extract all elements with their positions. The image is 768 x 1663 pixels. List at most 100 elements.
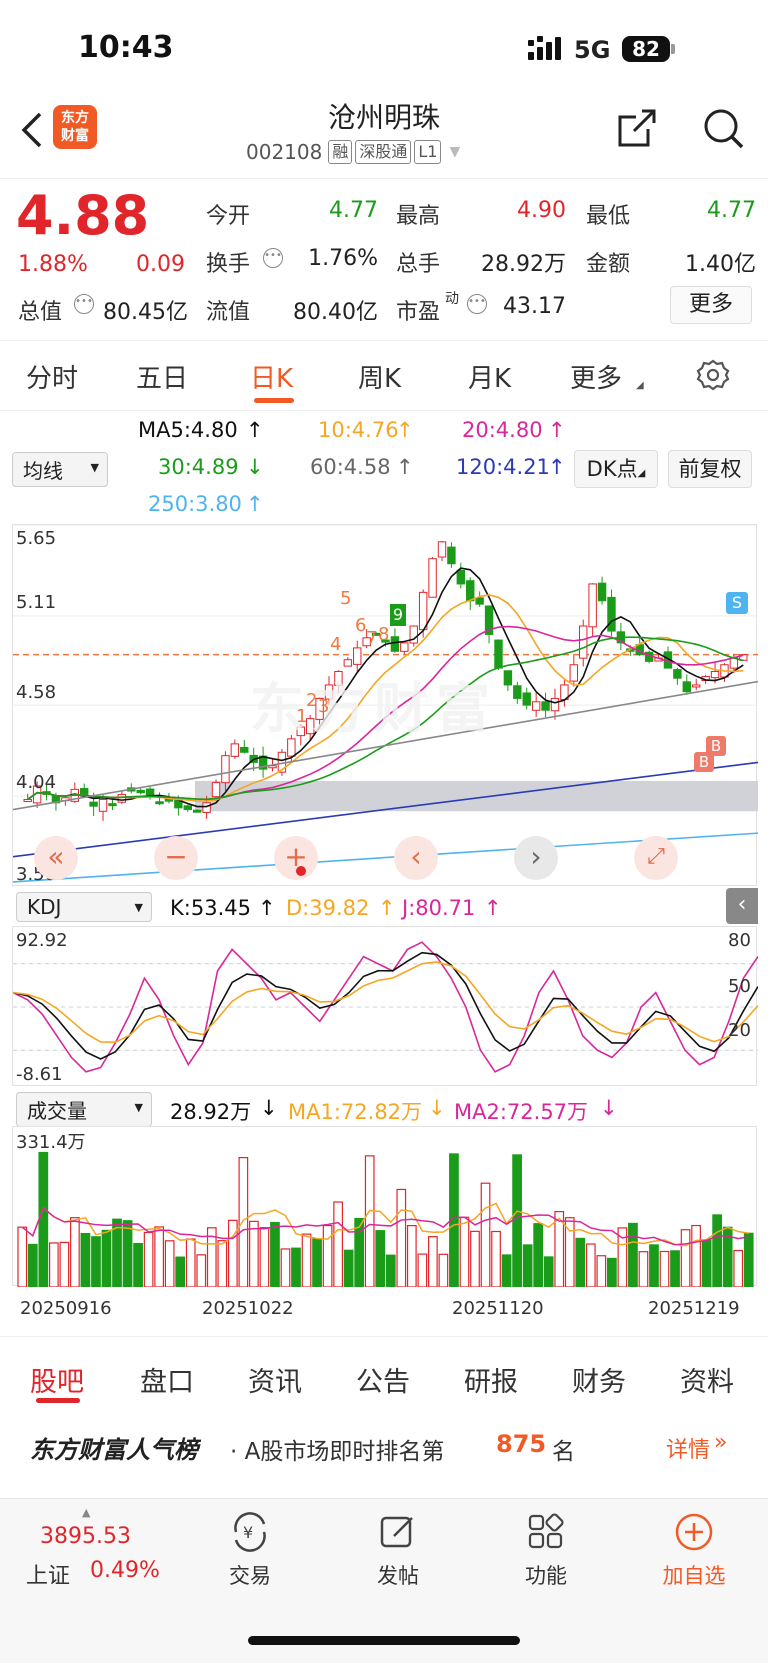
kline-y-label: 4.04 (16, 772, 57, 793)
search-icon[interactable] (702, 107, 746, 155)
collapse-icon[interactable]: ‹ (726, 888, 758, 924)
tab-announce[interactable]: 公告 (356, 1360, 410, 1399)
post-icon[interactable] (378, 1512, 418, 1556)
info-icon[interactable]: ••• (467, 294, 487, 314)
volume-bar (480, 1182, 491, 1287)
tab-intraday[interactable]: 分时 (26, 358, 78, 395)
candle-body (211, 782, 221, 798)
marker-5: 5 (340, 588, 352, 609)
svg-text:¥: ¥ (243, 1523, 253, 1542)
volume-bar (385, 1254, 396, 1287)
kdj-j: J:80.71 (402, 896, 476, 920)
volume-bar (680, 1229, 691, 1287)
tab-profile[interactable]: 资料 (680, 1360, 734, 1399)
dk-button[interactable]: DK点◢ (574, 450, 658, 488)
prev-icon[interactable]: ‹ (394, 836, 438, 880)
tab-pankou[interactable]: 盘口 (140, 1360, 194, 1399)
tab-news[interactable]: 资讯 (248, 1360, 302, 1399)
float-label: 流值 (206, 300, 251, 325)
settings-icon[interactable] (696, 358, 730, 396)
volume-bar (133, 1242, 143, 1287)
index-value[interactable]: 3895.53 (40, 1524, 131, 1549)
arrow-down-icon: ↓ (600, 1096, 618, 1120)
volume-y-top: 331.4万 (16, 1132, 86, 1153)
volume-bar (533, 1223, 544, 1287)
more-button[interactable]: 更多 (670, 286, 752, 324)
add-icon[interactable] (674, 1512, 714, 1556)
volume-bar (70, 1217, 80, 1287)
info-icon[interactable]: ••• (74, 294, 94, 314)
tab-finance[interactable]: 财务 (572, 1360, 626, 1399)
apps-icon[interactable] (526, 1512, 566, 1556)
volume-selector[interactable]: 成交量 ▼ (16, 1092, 152, 1127)
low-value: 4.77 (707, 198, 756, 223)
nav-functions[interactable]: 功能 (506, 1560, 586, 1590)
tab-indicator (254, 398, 294, 403)
stock-subtitle[interactable]: 002108 融 深股通 L1 ▼ (246, 140, 460, 164)
kdj-d: D:39.82 (286, 896, 370, 920)
tab-more[interactable]: 更多 (570, 358, 622, 395)
candle-body (240, 746, 249, 753)
volume-bar (585, 1243, 596, 1287)
dk-button-label: DK点 (586, 457, 638, 481)
float-value: 80.40亿 (293, 300, 378, 325)
rank-details[interactable]: 详情 (666, 1432, 710, 1464)
kline-y-label: 5.65 (16, 528, 57, 549)
volume-ma2: MA2:72.57万 (454, 1100, 589, 1124)
nav-trade[interactable]: 交易 (210, 1560, 290, 1590)
tag-margin: 融 (328, 140, 353, 164)
back-icon[interactable] (16, 110, 46, 154)
kdj-chart[interactable] (12, 926, 758, 1086)
tab-research[interactable]: 研报 (464, 1360, 518, 1399)
next-icon[interactable]: › (514, 836, 558, 880)
volume-bar (470, 1230, 480, 1287)
volume-selector-label: 成交量 (27, 1099, 87, 1123)
signal-sell[interactable]: S (726, 592, 748, 614)
kdj-y-bottom: -8.61 (16, 1064, 63, 1085)
kdj-80: 80 (728, 930, 751, 951)
volume-bar (185, 1238, 196, 1287)
fullscreen-icon[interactable]: ⤢ (634, 836, 678, 880)
tab-5day[interactable]: 五日 (136, 358, 188, 395)
arrow-up-icon: ↑ (548, 455, 566, 479)
volume-bar (733, 1249, 744, 1287)
tab-daily-k[interactable]: 日K (250, 358, 293, 395)
zoom-out-icon[interactable]: − (154, 836, 198, 880)
kdj-k: K:53.45 (170, 896, 251, 920)
home-indicator[interactable] (248, 1636, 520, 1645)
volume-bar (691, 1224, 701, 1287)
adjust-button[interactable]: 前复权 (668, 450, 752, 488)
chevrons-icon: » (714, 1430, 728, 1455)
nav-add-watchlist[interactable]: 加自选 (648, 1560, 740, 1590)
kline-y-label: 4.58 (16, 682, 57, 703)
ma120-label: 120:4.21 (456, 455, 550, 479)
marker-8: 8 (378, 624, 390, 645)
signal-buy[interactable]: B (694, 752, 714, 772)
ma5-label: MA5:4.80 (138, 418, 238, 442)
tab-weekly-k[interactable]: 周K (358, 358, 401, 395)
trade-icon[interactable]: ¥ (228, 1512, 272, 1556)
turnover-value: 1.76% (308, 246, 378, 271)
volume-bar (91, 1236, 101, 1287)
status-time: 10:43 (78, 30, 174, 65)
kline-y-label: 5.11 (16, 592, 57, 613)
ma-selector[interactable]: 均线 ▼ (12, 452, 108, 487)
last-price: 4.88 (16, 184, 150, 247)
candle-body (192, 809, 202, 813)
volume-bar (227, 1219, 238, 1287)
rank-bar[interactable]: 东方财富人气榜 · A股市场即时排名第 875 名 详情 » (0, 1414, 768, 1484)
tab-monthly-k[interactable]: 月K (468, 358, 511, 395)
volume-value: 28.92万 (170, 1100, 252, 1124)
volume-chart[interactable] (12, 1126, 757, 1287)
volume-bar (59, 1241, 70, 1287)
info-icon[interactable]: ••• (263, 248, 283, 268)
tab-guba[interactable]: 股吧 (30, 1360, 84, 1399)
kdj-selector[interactable]: KDJ ▼ (16, 892, 152, 922)
candle-body (466, 580, 475, 602)
share-icon[interactable] (616, 107, 658, 153)
candle-body (202, 802, 211, 813)
rewind-icon[interactable]: « (34, 836, 78, 880)
nav-post[interactable]: 发帖 (358, 1560, 438, 1590)
volume-ma1: MA1:72.82万 (288, 1100, 423, 1124)
pe-sup: 动 (445, 291, 459, 307)
